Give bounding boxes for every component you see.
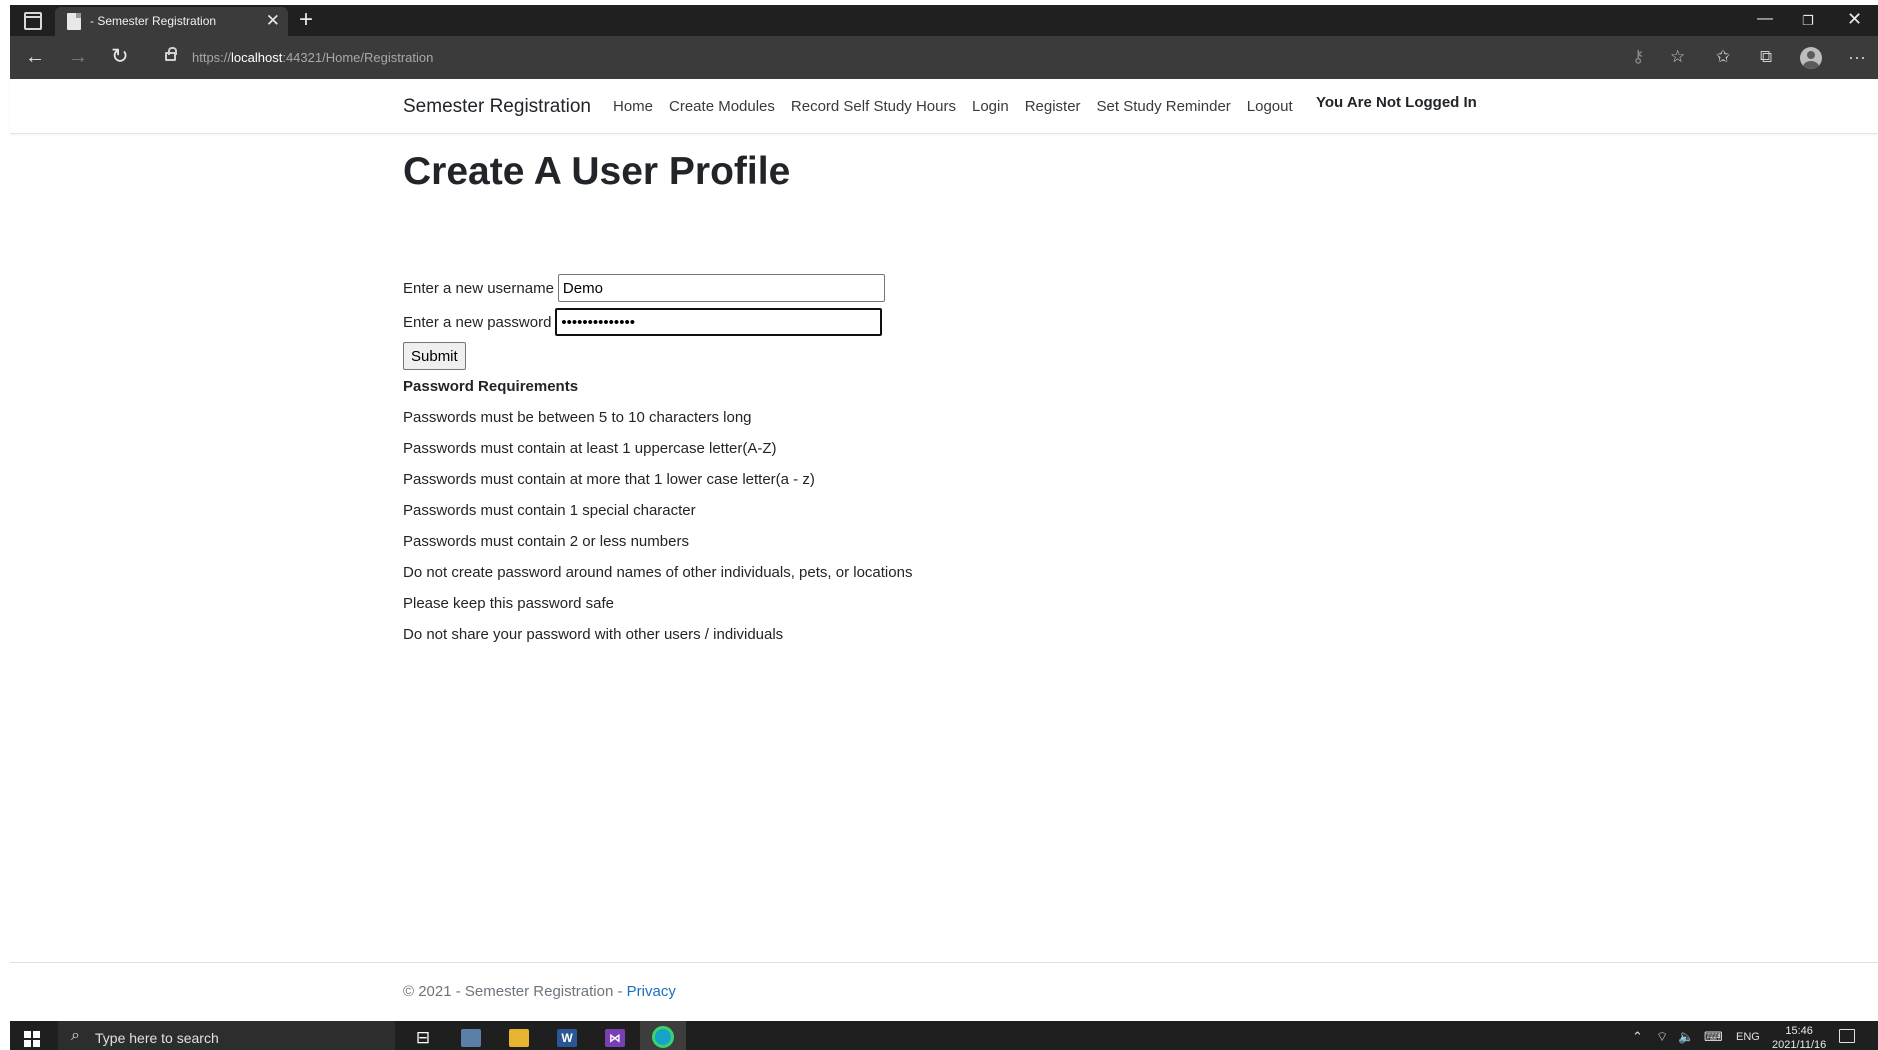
profile-icon[interactable] [1800, 47, 1822, 69]
forward-arrow-icon[interactable]: → [68, 45, 88, 69]
url-scheme: https:// [192, 50, 232, 65]
close-icon[interactable]: ✕ [266, 11, 280, 31]
language-indicator[interactable]: ENG [1736, 1031, 1760, 1043]
clock-date: 2021/11/16 [1772, 1039, 1827, 1050]
clock-time: 15:46 [1785, 1025, 1813, 1037]
requirements-list: Passwords must be between 5 to 10 charac… [403, 409, 912, 657]
chevron-up-icon[interactable]: ⌃ [1632, 1029, 1643, 1045]
main-content: Create A User Profile Enter a new userna… [403, 149, 1103, 643]
tab-title: - Semester Registration [90, 14, 217, 28]
address-input[interactable]: https://localhost:44321/Home/Registratio… [192, 50, 433, 65]
minimize-icon[interactable]: — [1757, 9, 1773, 29]
password-label: Enter a new password [403, 313, 552, 331]
nav-links: Home Create Modules Record Self Study Ho… [613, 98, 1309, 115]
network-icon[interactable]: ⌔ [1656, 1029, 1668, 1045]
visual-studio-icon[interactable]: ⋈ [592, 1021, 638, 1050]
requirement-item: Passwords must contain 2 or less numbers [403, 533, 689, 550]
key-icon[interactable]: ⚷ [1632, 46, 1644, 68]
back-arrow-icon[interactable]: ← [25, 45, 45, 69]
window-close-icon[interactable]: ✕ [1847, 9, 1862, 29]
copyright-text: © 2021 - Semester Registration - [403, 983, 627, 1000]
requirement-item: Do not share your password with other us… [403, 626, 784, 643]
requirements-heading: Password Requirements [403, 378, 579, 395]
requirement-item: Passwords must contain at more that 1 lo… [403, 471, 815, 488]
brand-link[interactable]: Semester Registration [403, 96, 591, 118]
taskbar-clock[interactable]: 15:46 2021/11/16 [1772, 1024, 1826, 1050]
nav-create-modules[interactable]: Create Modules [669, 98, 775, 115]
nav-record-self-study-hours[interactable]: Record Self Study Hours [791, 98, 956, 115]
file-explorer-icon[interactable] [496, 1021, 542, 1050]
lock-icon[interactable] [165, 47, 177, 61]
footer-text: © 2021 - Semester Registration - Privacy [403, 983, 676, 1000]
address-bar-row: ← → ↻ https://localhost:44321/Home/Regis… [10, 36, 1878, 79]
username-label: Enter a new username [403, 279, 554, 297]
restore-icon[interactable]: ❐ [1802, 11, 1814, 31]
reload-icon[interactable]: ↻ [111, 45, 129, 69]
requirement-item: Do not create password around names of o… [403, 564, 913, 581]
url-host: localhost [231, 50, 283, 65]
nav-home[interactable]: Home [613, 98, 653, 115]
password-input[interactable] [555, 308, 883, 336]
page-title: Create A User Profile [403, 150, 791, 193]
privacy-link[interactable]: Privacy [627, 983, 676, 1000]
web-page: Semester Registration Home Create Module… [10, 79, 1878, 1021]
favorites-icon[interactable]: ✩ [1716, 46, 1730, 68]
page-favicon-icon [67, 13, 81, 30]
task-view-icon[interactable]: ⊟ [400, 1021, 446, 1050]
taskbar-search-box[interactable]: ⌕ Type here to search [58, 1021, 395, 1050]
requirement-item: Passwords must be between 5 to 10 charac… [403, 409, 752, 426]
site-footer: © 2021 - Semester Registration - Privacy [10, 962, 1878, 1021]
username-input[interactable] [557, 274, 885, 302]
word-app-icon[interactable]: W [544, 1021, 590, 1050]
nav-login[interactable]: Login [972, 98, 1009, 115]
site-navbar: Semester Registration Home Create Module… [10, 79, 1878, 134]
url-path: :44321/Home/Registration [282, 50, 434, 65]
nav-register[interactable]: Register [1025, 98, 1081, 115]
search-icon: ⌕ [71, 1027, 80, 1044]
windows-taskbar: ⌕ Type here to search ⊟ W ⋈ ⌃ ⌔ 🔈 ⌨ ENG … [10, 1021, 1878, 1050]
nav-set-study-reminder[interactable]: Set Study Reminder [1097, 98, 1231, 115]
password-row: Enter a new password [403, 308, 883, 336]
requirement-item: Passwords must contain 1 special charact… [403, 502, 696, 519]
title-bar: - Semester Registration ✕ + — ❐ ✕ [10, 5, 1878, 36]
plus-icon[interactable]: + [299, 7, 313, 33]
submit-button[interactable]: Submit [403, 342, 466, 370]
more-icon[interactable]: ··· [1848, 46, 1866, 68]
volume-icon[interactable]: 🔈 [1678, 1029, 1694, 1045]
requirement-item: Please keep this password safe [403, 595, 614, 612]
nav-logout[interactable]: Logout [1247, 98, 1293, 115]
screen-edge [0, 0, 10, 1050]
photos-app-icon[interactable] [448, 1021, 494, 1050]
requirement-item: Passwords must contain at least 1 upperc… [403, 440, 777, 457]
username-row: Enter a new username [403, 274, 885, 302]
login-status: You Are Not Logged In [1316, 94, 1477, 111]
star-add-icon[interactable]: ☆ [1670, 46, 1685, 68]
browser-tab[interactable]: - Semester Registration ✕ [55, 7, 288, 36]
browser-window: - Semester Registration ✕ + — ❐ ✕ ← → ↻ … [10, 5, 1878, 1050]
tab-actions-icon[interactable] [24, 12, 42, 30]
edge-browser-icon[interactable] [640, 1021, 686, 1050]
taskbar-search-placeholder: Type here to search [95, 1030, 219, 1046]
notification-icon[interactable] [1839, 1029, 1855, 1043]
windows-start-icon[interactable] [24, 1031, 40, 1047]
collections-icon[interactable]: ⧉ [1760, 46, 1772, 68]
keyboard-icon[interactable]: ⌨ [1704, 1029, 1723, 1045]
